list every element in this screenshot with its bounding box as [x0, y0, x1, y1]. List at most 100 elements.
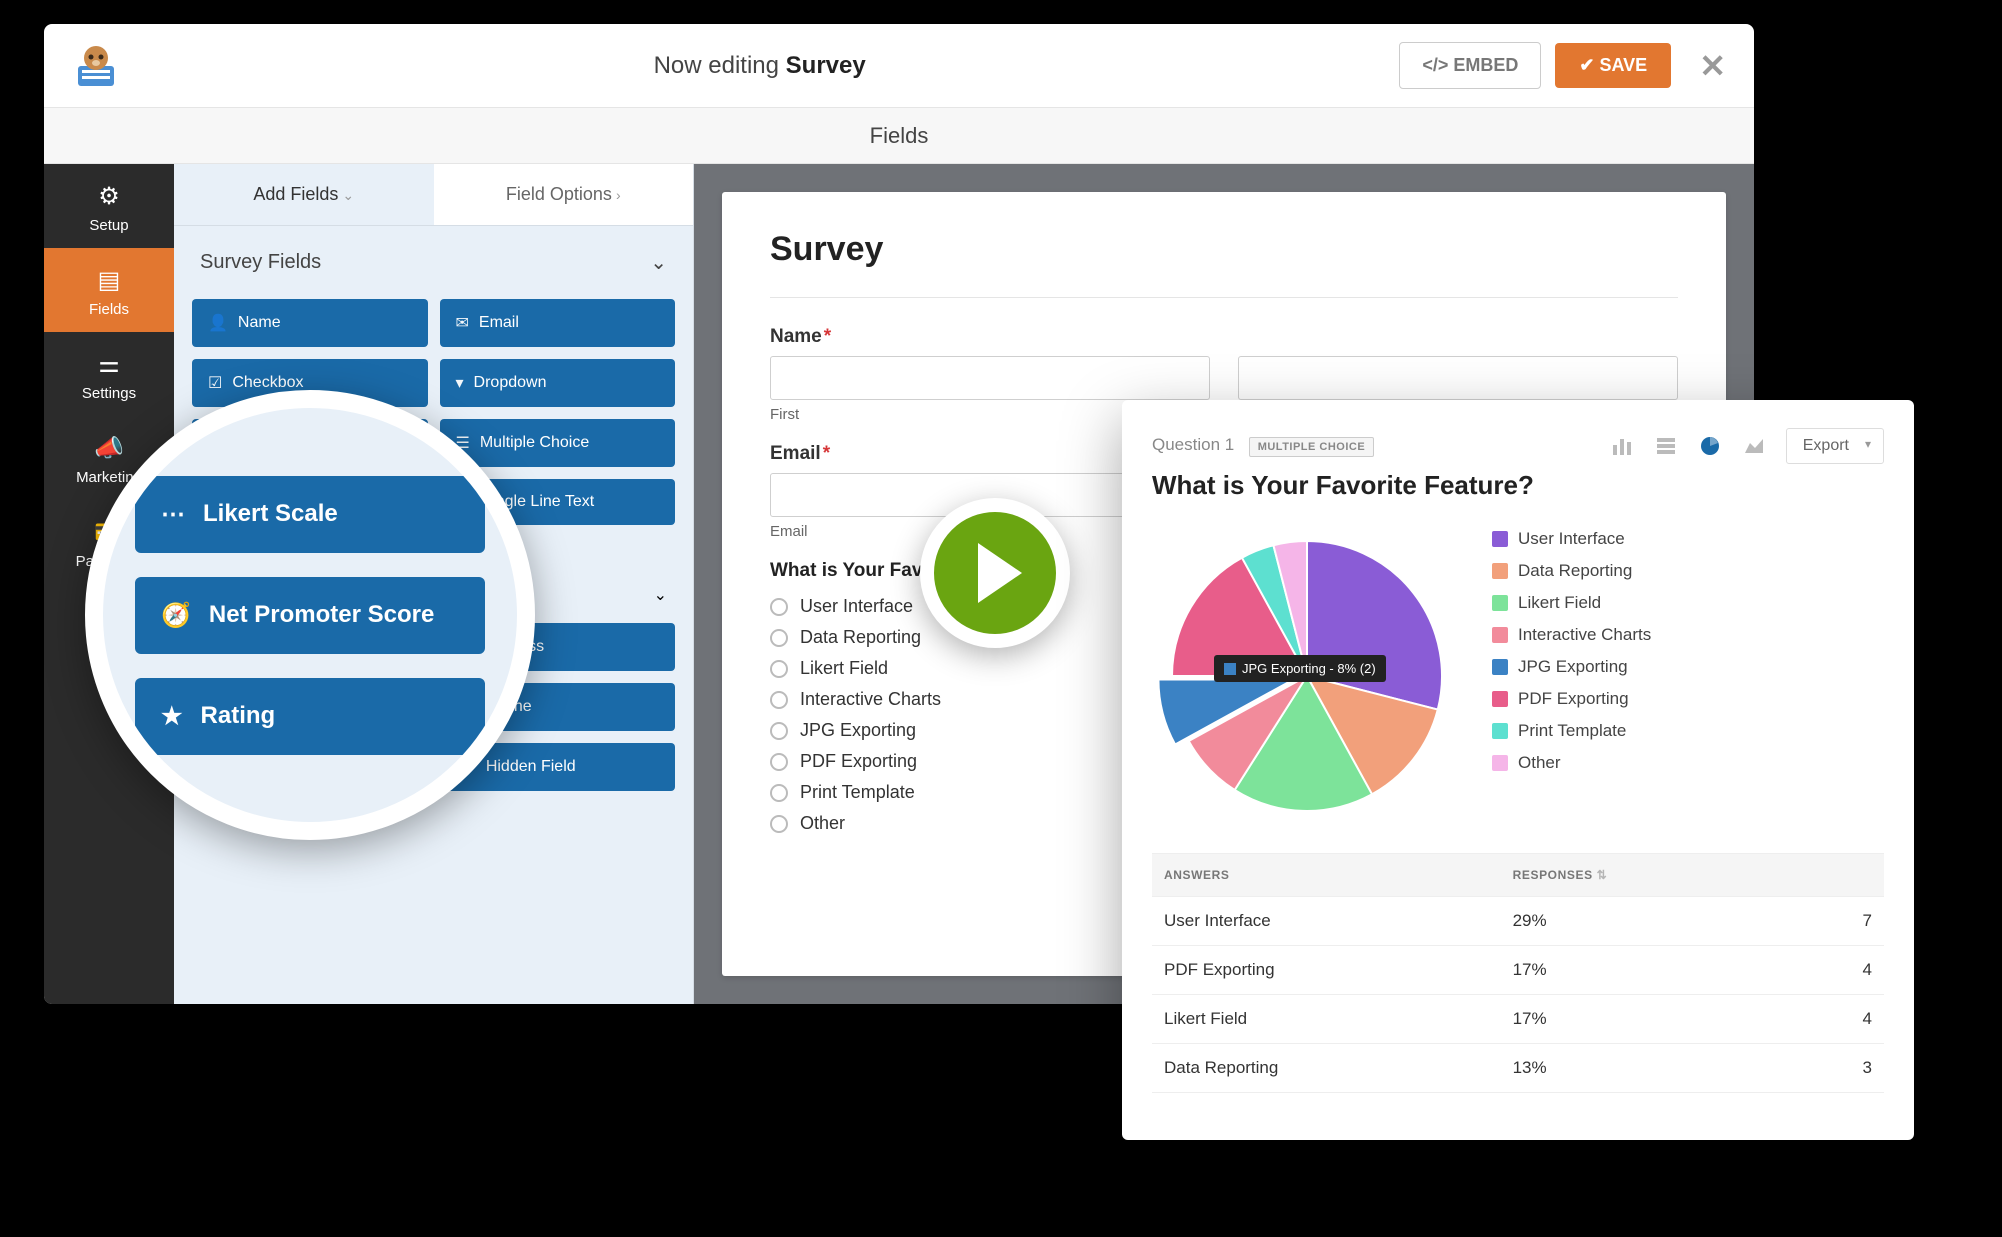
legend-item[interactable]: PDF Exporting: [1492, 689, 1884, 709]
legend-item[interactable]: Interactive Charts: [1492, 625, 1884, 645]
name-label: Name*: [770, 326, 1678, 348]
save-button[interactable]: ✔ SAVE: [1555, 43, 1671, 88]
nav-fields[interactable]: ▤ Fields: [44, 248, 174, 332]
tab-label: Add Fields: [253, 184, 338, 204]
nav-label: Fields: [89, 301, 129, 318]
save-label: SAVE: [1600, 55, 1648, 75]
legend-swatch: [1492, 723, 1508, 739]
field-net-promoter-score[interactable]: 🧭 Net Promoter Score: [135, 577, 485, 654]
legend-label: JPG Exporting: [1518, 657, 1628, 677]
field-icon: ☑: [208, 373, 222, 393]
check-icon: ✔: [1579, 55, 1594, 75]
th-responses[interactable]: RESPONSES ⇅: [1501, 854, 1800, 897]
play-icon: [978, 543, 1022, 603]
first-name-input[interactable]: [770, 356, 1210, 400]
gauge-icon: 🧭: [161, 601, 191, 630]
cell-count: 3: [1800, 1044, 1884, 1093]
chevron-right-icon: ›: [616, 187, 621, 203]
field-chip[interactable]: ✉Email: [440, 299, 676, 347]
radio-label: User Interface: [800, 596, 913, 617]
tooltip-text: JPG Exporting - 8% (2): [1242, 661, 1376, 676]
cell-answer: Likert Field: [1152, 995, 1501, 1044]
legend-swatch: [1492, 755, 1508, 771]
legend-item[interactable]: User Interface: [1492, 529, 1884, 549]
cell-count: 7: [1800, 897, 1884, 946]
chevron-down-icon: ⌄: [650, 250, 667, 275]
sort-icon: ⇅: [1597, 868, 1608, 882]
field-chip[interactable]: 👤Name: [192, 299, 428, 347]
legend-item[interactable]: Print Template: [1492, 721, 1884, 741]
table-row: PDF Exporting17%4: [1152, 946, 1884, 995]
chart-tooltip: JPG Exporting - 8% (2): [1214, 655, 1386, 682]
embed-button[interactable]: </> EMBED: [1399, 42, 1541, 89]
last-name-input[interactable]: [1238, 356, 1678, 400]
table-row: User Interface29%7: [1152, 897, 1884, 946]
bar-chart-icon[interactable]: [1610, 434, 1634, 458]
radio-icon: [770, 660, 788, 678]
legend-swatch: [1492, 563, 1508, 579]
pie-wrap: JPG Exporting - 8% (2) User Interface Dat…: [1152, 521, 1884, 831]
list-icon[interactable]: [1654, 434, 1678, 458]
field-label: Name: [238, 314, 281, 332]
cell-pct: 17%: [1501, 995, 1800, 1044]
legend-item[interactable]: Likert Field: [1492, 593, 1884, 613]
nav-settings[interactable]: ⚌ Settings: [44, 332, 174, 416]
pie-chart-icon[interactable]: [1698, 434, 1722, 458]
question-number: Question 1: [1152, 435, 1234, 454]
chip-label: Net Promoter Score: [209, 601, 434, 629]
legend-label: Likert Field: [1518, 593, 1601, 613]
report-header: Question 1 MULTIPLE CHOICE Export: [1152, 428, 1884, 464]
export-dropdown[interactable]: Export: [1786, 428, 1884, 464]
field-label: Dropdown: [474, 374, 547, 392]
legend-swatch: [1492, 659, 1508, 675]
section-label: Survey Fields: [200, 251, 321, 274]
area-chart-icon[interactable]: [1742, 434, 1766, 458]
legend-item[interactable]: Other: [1492, 753, 1884, 773]
chevron-down-icon: ⌄: [654, 585, 667, 605]
pie-chart: JPG Exporting - 8% (2): [1152, 521, 1462, 831]
cell-answer: User Interface: [1152, 897, 1501, 946]
sliders-icon: ⚌: [48, 350, 170, 379]
report-title: What is Your Favorite Feature?: [1152, 470, 1884, 501]
field-likert-scale[interactable]: ⋯ Likert Scale: [135, 476, 485, 553]
field-label: Hidden Field: [486, 758, 576, 776]
th-answers[interactable]: ANSWERS: [1152, 854, 1501, 897]
nav-setup[interactable]: ⚙Setup: [44, 164, 174, 248]
responses-table: ANSWERS RESPONSES ⇅ User Interface29%7PD…: [1152, 853, 1884, 1093]
table-row: Data Reporting13%3: [1152, 1044, 1884, 1093]
chip-label: Likert Scale: [203, 500, 338, 528]
form-icon: ▤: [48, 266, 170, 295]
cell-pct: 29%: [1501, 897, 1800, 946]
field-rating[interactable]: ★Rating: [135, 678, 485, 755]
legend-item[interactable]: Data Reporting: [1492, 561, 1884, 581]
tab-add-fields[interactable]: Add Fields⌄: [174, 164, 434, 225]
legend-label: PDF Exporting: [1518, 689, 1629, 709]
tab-field-options[interactable]: Field Options›: [434, 164, 694, 225]
radio-label: PDF Exporting: [800, 751, 917, 772]
table-row: Likert Field17%4: [1152, 995, 1884, 1044]
radio-icon: [770, 598, 788, 616]
radio-label: Likert Field: [800, 658, 888, 679]
editing-title: Now editing Survey: [120, 52, 1399, 80]
nav-label: Settings: [82, 385, 136, 402]
report-card: Question 1 MULTIPLE CHOICE Export What i…: [1122, 400, 1914, 1140]
chart-legend: User Interface Data Reporting Likert Field…: [1492, 521, 1884, 785]
field-chip[interactable]: ▾Dropdown: [440, 359, 676, 407]
field-chip[interactable]: ☰Multiple Choice: [440, 419, 676, 467]
star-icon: ★: [161, 702, 183, 731]
legend-label: User Interface: [1518, 529, 1625, 549]
cell-pct: 17%: [1501, 946, 1800, 995]
field-icon: ✉: [456, 313, 469, 333]
radio-icon: [770, 753, 788, 771]
dots-icon: ⋯: [161, 500, 185, 529]
editing-name: Survey: [786, 52, 866, 79]
radio-icon: [770, 815, 788, 833]
section-survey-fields[interactable]: Survey Fields ⌄: [174, 226, 693, 299]
th-count[interactable]: [1800, 854, 1884, 897]
close-button[interactable]: ✕: [1699, 47, 1726, 85]
legend-swatch: [1492, 595, 1508, 611]
radio-icon: [770, 629, 788, 647]
legend-item[interactable]: JPG Exporting: [1492, 657, 1884, 677]
play-video-button[interactable]: [920, 498, 1070, 648]
editing-prefix: Now editing: [654, 52, 779, 79]
